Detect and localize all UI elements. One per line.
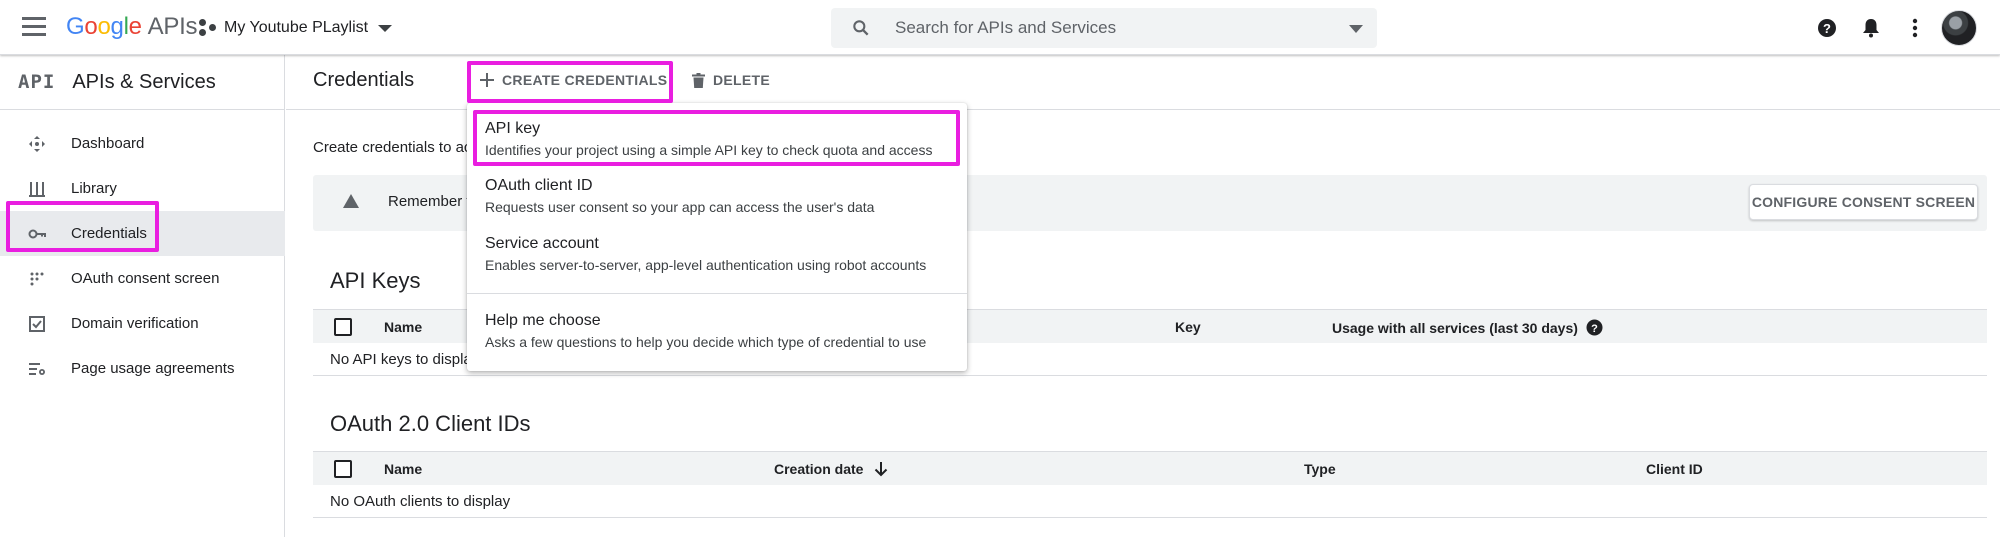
svg-text:?: ? [1823,21,1831,36]
page-header: Credentials CREATE CREDENTIALS DELETE [286,55,2000,110]
create-credentials-menu: API key Identifies your project using a … [467,103,967,371]
svg-text:?: ? [1591,323,1598,335]
menu-item-help-me-choose[interactable]: Help me choose Asks a few questions to h… [467,312,967,362]
sidebar-title: APIs & Services [72,70,216,93]
sidebar-item-library[interactable]: Library [0,166,285,211]
menu-divider [467,293,967,294]
table-header: Name Creation date Type Client ID [313,451,1987,485]
search-input[interactable] [895,18,1315,38]
column-usage[interactable]: Usage with all services (last 30 days)? [1332,319,1603,336]
empty-state-row: No OAuth clients to display [313,485,1987,518]
project-selector[interactable]: My Youtube PLaylist [199,16,393,40]
sidebar-item-credentials[interactable]: Credentials [0,211,285,256]
dashboard-icon [29,135,45,152]
banner-text: Remember t [388,193,471,210]
settings-list-icon [29,362,45,375]
column-name[interactable]: Name [384,319,422,335]
top-app-bar: GoogleAPIs My Youtube PLaylist ? [0,0,2000,55]
project-name: My Youtube PLaylist [224,19,369,36]
project-icon [199,19,217,37]
oauth-clients-table: Name Creation date Type Client ID No OAu… [313,451,1987,518]
oauth-clients-title: OAuth 2.0 Client IDs [330,411,531,436]
delete-button[interactable]: DELETE [692,72,770,88]
sidebar-nav: Dashboard Library Credentials OAuth cons… [0,121,285,391]
key-icon [28,229,46,238]
menu-icon[interactable] [22,17,46,37]
sidebar-header: API APIs & Services [0,55,285,110]
column-key[interactable]: Key [1175,319,1201,335]
api-keys-title: API Keys [330,268,421,293]
column-creation-date[interactable]: Creation date [774,461,888,477]
chevron-down-icon [378,24,393,32]
help-icon[interactable]: ? [1586,319,1603,336]
column-name[interactable]: Name [384,461,422,477]
column-client-id[interactable]: Client ID [1646,461,1703,477]
trash-icon [692,72,705,88]
sidebar-item-dashboard[interactable]: Dashboard [0,121,285,166]
menu-item-service-account[interactable]: Service account Enables server-to-server… [467,235,967,285]
sidebar-item-oauth-consent[interactable]: OAuth consent screen [0,256,285,301]
library-icon [29,181,45,197]
api-icon: API [18,71,56,93]
sidebar-item-page-usage-agreements[interactable]: Page usage agreements [0,346,285,391]
notifications-icon[interactable] [1859,16,1883,40]
avatar[interactable] [1941,10,1977,46]
intro-text: Create credentials to ac [313,139,472,156]
arrow-down-icon[interactable] [874,461,888,477]
sidebar-item-domain-verification[interactable]: Domain verification [0,301,285,346]
help-icon[interactable]: ? [1815,16,1839,40]
menu-item-api-key[interactable]: API key Identifies your project using a … [467,120,967,170]
column-type[interactable]: Type [1304,461,1336,477]
search-icon [853,20,869,36]
configure-consent-screen-button[interactable]: CONFIGURE CONSENT SCREEN [1749,184,1978,220]
menu-item-oauth-client-id[interactable]: OAuth client ID Requests user consent so… [467,177,967,227]
page-title: Credentials [313,69,415,91]
select-all-checkbox[interactable] [334,318,352,336]
checkbox-icon [29,315,45,332]
sidebar: API APIs & Services Dashboard Library Cr… [0,55,285,537]
google-apis-logo[interactable]: Google APIs [66,13,197,41]
more-vert-icon[interactable] [1903,16,1927,40]
warning-icon [343,194,359,208]
search-bar[interactable] [831,8,1377,48]
search-dropdown-icon[interactable] [1349,25,1363,33]
plus-icon [480,73,494,87]
create-credentials-button[interactable]: CREATE CREDENTIALS [480,72,667,88]
select-all-checkbox[interactable] [334,460,352,478]
consent-icon [30,272,44,285]
